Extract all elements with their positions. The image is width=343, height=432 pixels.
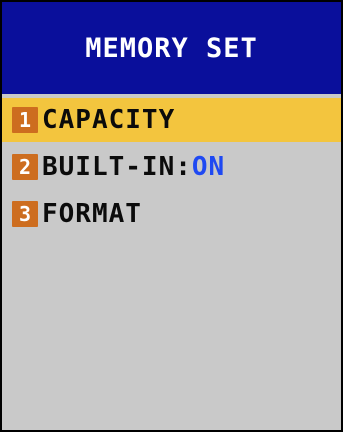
title-bar: MEMORY SET [2,2,341,94]
memory-menu: 1 CAPACITY 2 BUILT-IN: ON 3 FORMAT [2,98,341,239]
number-badge-icon: 1 [12,107,38,133]
menu-item-capacity[interactable]: 1 CAPACITY [2,98,341,142]
number-badge-icon: 2 [12,154,38,180]
number-badge-icon: 3 [12,201,38,227]
page-title: MEMORY SET [85,32,258,64]
menu-item-format[interactable]: 3 FORMAT [2,192,341,236]
menu-item-label: BUILT-IN: [42,152,192,182]
memory-set-screen: MEMORY SET 1 CAPACITY 2 BUILT-IN: ON 3 F… [0,0,343,432]
menu-item-value: ON [191,152,226,182]
menu-item-label: CAPACITY [42,105,176,135]
menu-item-label: FORMAT [42,199,142,229]
menu-item-built-in[interactable]: 2 BUILT-IN: ON [2,145,341,189]
